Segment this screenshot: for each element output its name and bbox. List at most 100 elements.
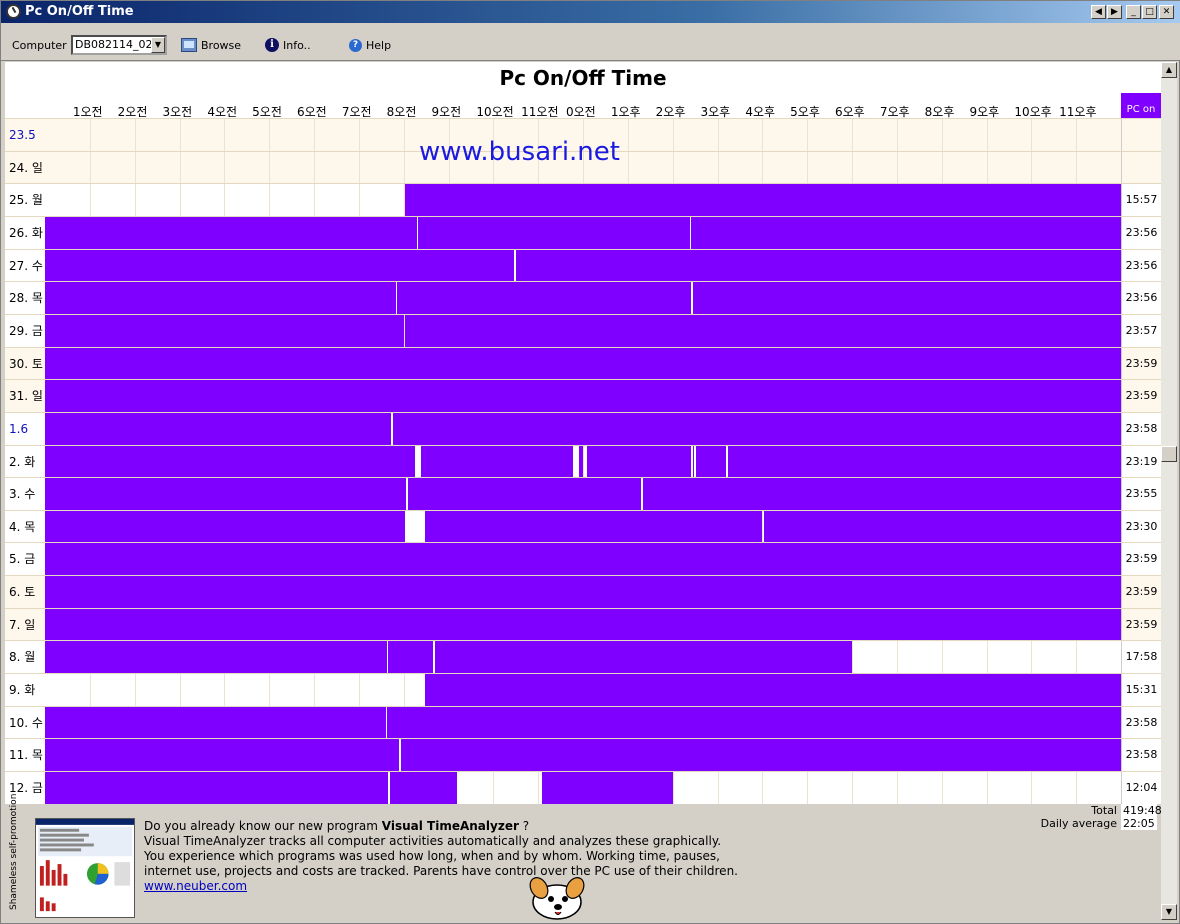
on-period-bar (642, 478, 1121, 511)
day-row: 31. 일 23:59 (5, 379, 1161, 413)
hour-gridline (762, 119, 764, 151)
day-timeline (45, 380, 1121, 413)
day-label: 10. 수 (9, 715, 43, 730)
hour-gridline (986, 119, 988, 151)
hour-gridline (717, 151, 719, 184)
day-row: 5. 금 23:59 (5, 542, 1161, 576)
hour-gridline (224, 184, 226, 217)
promo-text: Do you already know our new program Visu… (144, 819, 738, 894)
day-row: 11. 목 23:58 (5, 738, 1161, 772)
hour-gridline (852, 641, 853, 674)
day-label: 11. 목 (9, 748, 43, 763)
hour-gridline (358, 151, 360, 184)
hour-gridline (134, 119, 136, 151)
day-row: 10. 수 23:58 (5, 705, 1161, 739)
on-period-bar (397, 282, 692, 315)
title-bar[interactable]: Pc On/Off Time ◀ ▶ _ □ ✕ (1, 1, 1180, 23)
on-period-bar (586, 445, 691, 478)
promo-line-1-suffix: ? (518, 819, 530, 833)
app-window: Pc On/Off Time ◀ ▶ _ □ ✕ Computer DB0821… (0, 0, 1180, 924)
day-timeline (45, 543, 1121, 576)
day-timeline (45, 674, 1121, 707)
hour-gridline (941, 641, 943, 674)
day-total: 23:59 (1121, 380, 1161, 413)
day-row: 6. 토 23:59 (5, 575, 1161, 609)
day-label: 8. 월 (9, 650, 36, 665)
hour-gridline (852, 772, 853, 804)
day-timeline (45, 608, 1121, 641)
day-total: 23:57 (1121, 314, 1161, 347)
on-period-bar (45, 347, 1121, 380)
scroll-down-icon[interactable]: ▼ (1161, 904, 1177, 920)
day-row: 7. 일 23:59 (5, 607, 1161, 641)
day-total: 23:58 (1121, 706, 1161, 739)
on-period-bar (691, 216, 1121, 249)
hour-gridline (314, 184, 315, 217)
maximize-button[interactable]: □ (1142, 5, 1157, 19)
on-period-bar (388, 641, 434, 674)
hour-gridline (179, 184, 181, 217)
on-period-bar (727, 445, 1121, 478)
day-total (1121, 119, 1161, 151)
day-total: 23:56 (1121, 216, 1161, 249)
hour-gridline (224, 119, 226, 151)
minimize-button[interactable]: _ (1126, 5, 1141, 19)
hour-gridline (269, 184, 271, 217)
hour-gridline (807, 119, 809, 151)
hour-gridline (896, 772, 898, 804)
hour-gridline (134, 674, 136, 707)
hour-gridline (672, 772, 674, 804)
promo-screenshot-thumbnail[interactable] (35, 818, 135, 918)
day-label: 3. 수 (9, 487, 36, 502)
help-button[interactable]: ? Help (349, 36, 391, 54)
arrow-right-icon[interactable]: ▶ (1107, 5, 1122, 19)
promo-line-2: Visual TimeAnalyzer tracks all computer … (144, 834, 722, 848)
day-total: 23:56 (1121, 249, 1161, 282)
hour-gridline (179, 119, 181, 151)
day-label: 4. 목 (9, 519, 36, 534)
day-total: 23:59 (1121, 543, 1161, 576)
help-icon: ? (349, 38, 362, 52)
info-button[interactable]: i Info.. (265, 36, 311, 54)
hour-gridline (269, 119, 271, 151)
hour-gridline (89, 674, 91, 707)
scroll-thumb[interactable] (1161, 446, 1177, 462)
on-period-bar (45, 478, 407, 511)
chevron-down-icon[interactable]: ▼ (151, 37, 165, 53)
day-timeline (45, 641, 1121, 674)
on-period-bar (400, 739, 1121, 772)
day-label: 9. 화 (9, 683, 36, 698)
day-label: 26. 화 (9, 225, 43, 240)
day-total: 23:58 (1121, 412, 1161, 445)
watermark: www.busari.net (419, 137, 620, 167)
day-total: 23:19 (1121, 445, 1161, 478)
hour-gridline (852, 119, 853, 151)
scroll-up-icon[interactable]: ▲ (1161, 62, 1177, 78)
vertical-scrollbar[interactable]: ▲ ▼ (1161, 62, 1177, 920)
promo-link[interactable]: www.neuber.com (144, 879, 738, 894)
on-period-bar (45, 641, 388, 674)
arrow-left-icon[interactable]: ◀ (1091, 5, 1106, 19)
on-period-bar (763, 510, 1121, 543)
on-period-bar (420, 445, 573, 478)
close-button[interactable]: ✕ (1159, 5, 1174, 19)
on-period-bar (405, 314, 1121, 347)
hour-gridline (403, 119, 405, 151)
browse-button[interactable]: Browse (181, 36, 241, 54)
on-period-bar (408, 478, 642, 511)
hour-gridline (1031, 772, 1033, 804)
hour-gridline (1076, 772, 1078, 804)
hour-gridline (672, 151, 674, 184)
hour-gridline (493, 772, 495, 804)
day-timeline (45, 739, 1121, 772)
hour-gridline (179, 151, 181, 184)
on-period-bar (389, 772, 458, 804)
hour-gridline (896, 119, 898, 151)
computer-select[interactable]: DB082114_02 ▼ (71, 35, 167, 55)
day-total: 17:58 (1121, 641, 1161, 674)
hour-gridline (762, 151, 764, 184)
hour-gridline (538, 772, 540, 804)
hour-gridline (403, 151, 405, 184)
hour-gridline (896, 151, 898, 184)
hour-gridline (986, 151, 988, 184)
